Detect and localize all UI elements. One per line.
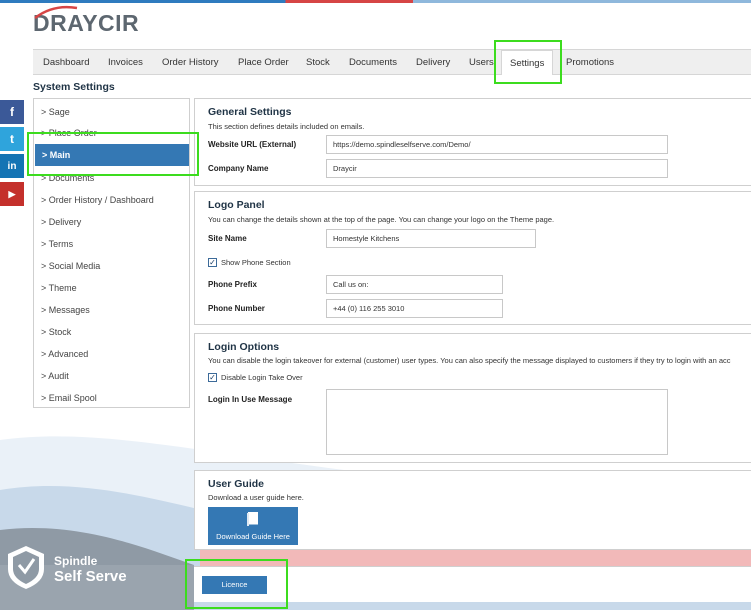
disable-login-row: ✓ Disable Login Take Over [208,373,303,382]
side-item-order-history-dashboard[interactable]: > Order History / Dashboard [34,189,189,211]
phone-number-label: Phone Number [208,304,265,313]
phone-number-input[interactable]: +44 (0) 116 255 3010 [326,299,503,318]
side-item-stock[interactable]: > Stock [34,321,189,343]
login-message-textarea[interactable] [326,389,668,455]
side-item-main[interactable]: > Main [35,144,189,166]
side-item-theme[interactable]: > Theme [34,277,189,299]
nav-documents[interactable]: Documents [349,50,397,75]
website-url-label: Website URL (External) [208,140,297,149]
top-decorative-stripe [0,0,751,3]
site-name-input[interactable]: Homestyle Kitchens [326,229,536,248]
brand-line-1: Spindle [54,554,98,568]
user-guide-panel: User Guide Download a user guide here. D… [194,470,751,550]
draycir-logo: DRAYCIR [33,5,139,38]
licence-button[interactable]: Licence [202,576,267,594]
logo-panel-desc: You can change the details shown at the … [208,215,555,224]
footer-bar: Licence [194,566,751,602]
disable-login-checkbox[interactable]: ✓ [208,373,217,382]
download-guide-button[interactable]: Download Guide Here [208,507,298,545]
general-settings-panel: General Settings This section defines de… [194,98,751,186]
phone-prefix-input[interactable]: Call us on: [326,275,503,294]
nav-dashboard[interactable]: Dashboard [43,50,89,75]
facebook-icon[interactable]: f [0,100,24,124]
side-item-email-spool[interactable]: > Email Spool [34,387,189,409]
logo-panel: Logo Panel You can change the details sh… [194,191,751,325]
nav-delivery[interactable]: Delivery [416,50,450,75]
side-item-sage[interactable]: > Sage [34,101,189,123]
side-item-terms[interactable]: > Terms [34,233,189,255]
site-name-label: Site Name [208,234,247,243]
side-item-messages[interactable]: > Messages [34,299,189,321]
side-item-delivery[interactable]: > Delivery [34,211,189,233]
company-name-input[interactable]: Draycir [326,159,668,178]
nav-invoices[interactable]: Invoices [108,50,143,75]
download-guide-label: Download Guide Here [216,532,290,541]
show-phone-row: ✓ Show Phone Section [208,258,291,267]
show-phone-label: Show Phone Section [221,258,291,267]
show-phone-checkbox[interactable]: ✓ [208,258,217,267]
login-message-label: Login In Use Message [208,395,293,404]
nav-settings[interactable]: Settings [501,50,554,75]
nav-promotions[interactable]: Promotions [566,50,614,75]
login-options-panel: Login Options You can disable the login … [194,333,751,463]
side-item-social-media[interactable]: > Social Media [34,255,189,277]
general-settings-title: General Settings [208,106,292,118]
company-name-label: Company Name [208,164,269,173]
spindle-self-serve-brand: Spindle Self Serve [6,545,136,590]
nav-place-order[interactable]: Place Order [238,50,289,75]
login-options-desc: You can disable the login takeover for e… [208,356,731,365]
user-guide-title: User Guide [208,478,265,490]
side-item-place-order[interactable]: > Place Order [34,122,189,144]
main-nav: Dashboard Invoices Order History Place O… [33,49,751,75]
nav-users[interactable]: Users [469,50,494,75]
book-icon [247,512,258,526]
page-title: System Settings [33,81,115,93]
logo-panel-title: Logo Panel [208,199,265,211]
website-url-input[interactable]: https://demo.spindleselfserve.com/Demo/ [326,135,668,154]
user-guide-desc: Download a user guide here. [208,493,304,502]
nav-order-history[interactable]: Order History [162,50,218,75]
side-item-documents[interactable]: > Documents [34,167,189,189]
side-item-advanced[interactable]: > Advanced [34,343,189,365]
linkedin-icon[interactable]: in [0,154,24,178]
logo-swoosh-icon [34,5,78,19]
nav-stock[interactable]: Stock [306,50,330,75]
phone-prefix-label: Phone Prefix [208,280,257,289]
disable-login-label: Disable Login Take Over [221,373,303,382]
twitter-icon[interactable]: t [0,127,24,151]
login-options-title: Login Options [208,341,280,353]
general-settings-desc: This section defines details included on… [208,122,365,131]
settings-side-menu: > Sage > Place Order > Main > Documents … [33,98,190,408]
spindle-shield-icon [8,546,44,589]
youtube-icon[interactable]: ▶ [0,182,24,206]
side-item-audit[interactable]: > Audit [34,365,189,387]
brand-line-2: Self Serve [54,568,127,585]
